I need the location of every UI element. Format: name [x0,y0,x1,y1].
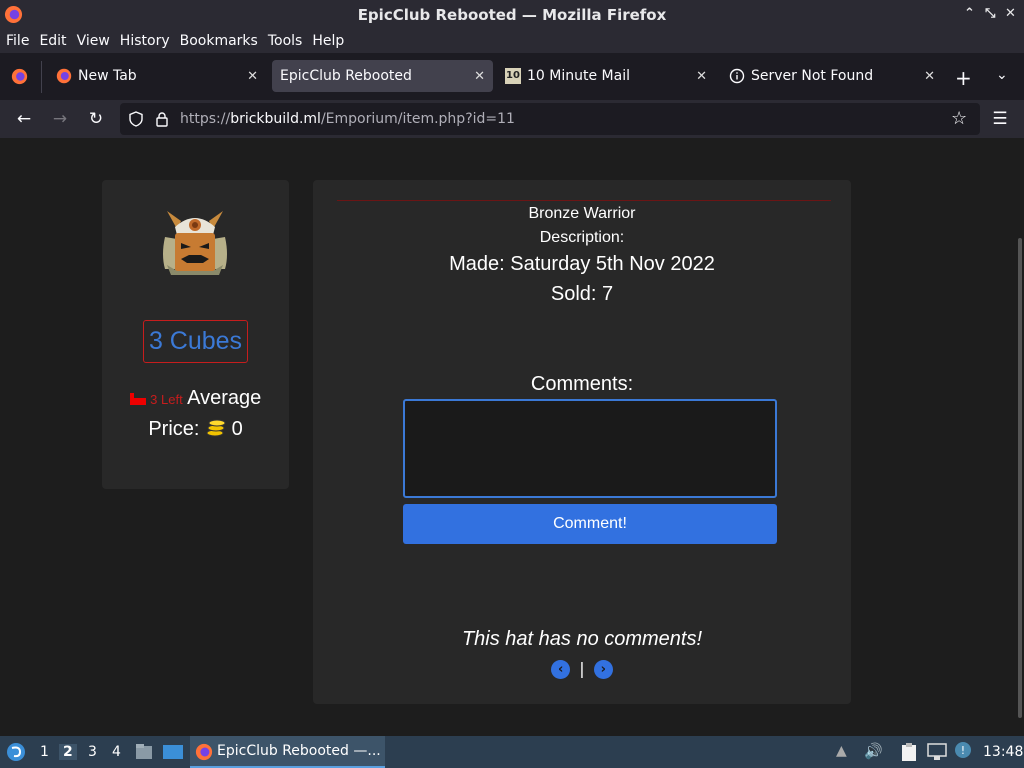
pager-separator: | [579,659,585,678]
scrollbar[interactable] [1018,238,1022,718]
sold-count: Sold: 7 [550,283,614,305]
comment-button[interactable]: Comment! [403,504,777,544]
forward-icon[interactable]: → [50,109,70,129]
tab-label: Server Not Found [751,68,874,84]
tab-label: EpicClub Rebooted [280,68,412,84]
close-tab-icon[interactable]: ✕ [474,69,485,84]
firefox-icon [195,743,213,761]
coins-icon [206,419,226,437]
divider [337,200,831,201]
close-tab-icon[interactable]: ✕ [924,69,935,84]
description-label: Description: [539,229,625,246]
menu-help[interactable]: Help [312,33,344,49]
price-label: Price: [148,418,200,440]
firefox-view-icon[interactable] [11,68,28,85]
tab-server-not-found[interactable]: Server Not Found ✕ [721,60,943,92]
url-text[interactable]: https://brickbuild.ml/Emporium/item.php?… [180,111,515,127]
url-bar[interactable]: https://brickbuild.ml/Emporium/item.php?… [120,103,980,135]
rarity-label: Average [187,387,262,409]
bronze-warrior-hat-image [163,211,227,275]
item-card: 3 Cubes 3 Left Average Price: 0 [102,180,289,489]
menu-bookmarks[interactable]: Bookmarks [180,33,258,49]
comments-label: Comments: [530,373,634,395]
app-menu-icon[interactable]: ☰ [990,109,1010,129]
volume-icon[interactable]: 🔊 [864,742,883,760]
workspace-4[interactable]: 4 [112,744,121,760]
lock-icon[interactable] [154,111,170,127]
reload-icon[interactable]: ↻ [86,109,106,129]
shield-icon[interactable] [128,111,144,127]
tab-10-minute-mail[interactable]: 10 10 Minute Mail ✕ [497,60,715,92]
workspace-2[interactable]: 2 [59,744,77,760]
taskbar-window-firefox[interactable]: EpicClub Rebooted —... [190,736,385,768]
firefox-icon [56,68,72,84]
item-details-card: Bronze Warrior Description: Made: Saturd… [313,180,851,704]
tab-epicclub[interactable]: EpicClub Rebooted ✕ [272,60,493,92]
coin-price: Price: 0 [102,418,289,441]
minimize-icon[interactable]: ⌃ [964,6,975,21]
menu-tools[interactable]: Tools [268,33,303,49]
stock-chart-icon [129,393,146,405]
desktop-icon[interactable] [162,742,184,762]
close-tab-icon[interactable]: ✕ [696,69,707,84]
info-icon [729,68,745,84]
menu-bar: File Edit View History Bookmarks Tools H… [0,29,1024,53]
page-content: 3 Cubes 3 Left Average Price: 0 Bronze W… [0,138,1024,736]
workspace-3[interactable]: 3 [88,744,97,760]
clock: 13:48 [983,744,1024,760]
tray-arrow-icon[interactable]: ▲ [836,743,847,759]
nav-bar: ← → ↻ https://brickbuild.ml/Emporium/ite… [0,100,1024,138]
taskbar-window-label: EpicClub Rebooted —... [217,743,381,759]
bookmark-star-icon[interactable]: ☆ [951,108,967,129]
update-notification-icon[interactable]: ! [954,741,972,759]
window-title: EpicClub Rebooted — Mozilla Firefox [357,5,667,24]
workspace-1[interactable]: 1 [40,744,49,760]
taskbar: 1 2 3 4 EpicClub Rebooted —... ▲ 🔊 ! 13:… [0,736,1024,768]
no-comments-text: This hat has no comments! [461,628,703,650]
menu-view[interactable]: View [77,33,110,49]
ten-minute-mail-icon: 10 [505,68,521,84]
tab-bar: New Tab ✕ EpicClub Rebooted ✕ 10 10 Minu… [0,53,1024,100]
tab-new-tab[interactable]: New Tab ✕ [48,60,266,92]
made-date: Made: Saturday 5th Nov 2022 [449,253,715,275]
price-cubes: 3 Cubes [143,320,248,363]
restore-icon[interactable]: ⤡ [985,6,995,21]
network-icon[interactable] [927,743,947,761]
item-name: Bronze Warrior [528,205,636,222]
svg-text:!: ! [961,744,965,757]
back-icon[interactable]: ← [14,109,34,129]
menu-edit[interactable]: Edit [39,33,66,49]
stock-left: 3 Left [150,392,183,407]
tab-label: 10 Minute Mail [527,68,630,84]
close-window-icon[interactable]: ✕ [1005,6,1016,21]
menu-history[interactable]: History [120,33,170,49]
window-titlebar: EpicClub Rebooted — Mozilla Firefox ⌃ ⤡ … [0,0,1024,29]
price-coins-value: 0 [231,418,243,440]
tab-label: New Tab [78,68,137,84]
previous-page-icon[interactable]: ‹ [551,660,571,679]
stock-info: 3 Left Average [102,387,289,410]
clipboard-icon[interactable] [900,742,918,762]
start-menu-icon[interactable] [6,742,26,762]
comment-pager: ‹ | › [313,659,851,679]
menu-file[interactable]: File [6,33,29,49]
comment-textarea[interactable] [403,399,777,498]
file-manager-icon[interactable] [134,742,154,762]
close-tab-icon[interactable]: ✕ [247,69,258,84]
firefox-icon [4,5,23,24]
next-page-icon[interactable]: › [593,660,613,679]
list-all-tabs-icon[interactable]: ⌄ [996,67,1008,83]
new-tab-icon[interactable]: + [955,66,972,90]
